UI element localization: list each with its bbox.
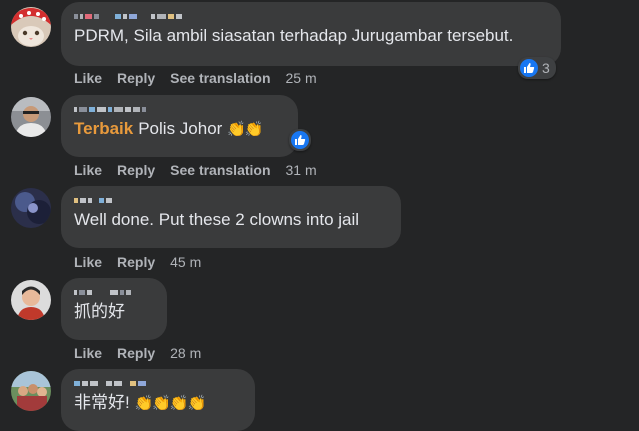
comment-author[interactable] bbox=[74, 377, 243, 389]
comment-time[interactable]: 45 m bbox=[170, 254, 201, 270]
like-button[interactable]: Like bbox=[74, 345, 102, 361]
comment-bubble: PDRM, Sila ambil siasatan terhadap Jurug… bbox=[61, 2, 561, 66]
reply-button[interactable]: Reply bbox=[117, 254, 155, 270]
comment-author[interactable] bbox=[74, 10, 549, 22]
comment-bubble: Terbaik Polis Johor 👏👏 bbox=[61, 95, 298, 157]
like-button[interactable]: Like bbox=[74, 254, 102, 270]
comment-time[interactable]: 28 m bbox=[170, 345, 201, 361]
comment-text: Terbaik Polis Johor 👏👏 bbox=[74, 119, 263, 138]
comment-text: 非常好! 👏👏👏👏 bbox=[74, 393, 206, 412]
avatar[interactable] bbox=[11, 371, 51, 411]
badge-label: Terbaik bbox=[74, 119, 134, 138]
comment-bubble: 抓的好 bbox=[61, 278, 167, 340]
comment-author[interactable] bbox=[74, 194, 389, 206]
comment-feed: PDRM, Sila ambil siasatan terhadap Jurug… bbox=[0, 0, 639, 431]
like-icon bbox=[291, 131, 309, 149]
comment-text: PDRM, Sila ambil siasatan terhadap Jurug… bbox=[74, 26, 514, 45]
see-translation-button[interactable]: See translation bbox=[170, 70, 270, 86]
comment-actions: Like Reply See translation 25 m bbox=[74, 70, 317, 86]
comment-text: Well done. Put these 2 clowns into jail bbox=[74, 210, 360, 229]
comment-bubble: 非常好! 👏👏👏👏 bbox=[61, 369, 255, 431]
avatar[interactable] bbox=[11, 97, 51, 137]
clapping-hands-icon: 👏👏👏👏 bbox=[134, 395, 206, 412]
like-icon bbox=[520, 59, 538, 77]
avatar[interactable] bbox=[11, 280, 51, 320]
avatar[interactable] bbox=[11, 7, 51, 47]
like-button[interactable]: Like bbox=[74, 70, 102, 86]
comment-time[interactable]: 25 m bbox=[286, 70, 317, 86]
comment-author[interactable] bbox=[74, 286, 155, 298]
reply-button[interactable]: Reply bbox=[117, 70, 155, 86]
comment-text: 抓的好 bbox=[74, 302, 125, 321]
reply-button[interactable]: Reply bbox=[117, 345, 155, 361]
reaction-count: 3 bbox=[542, 60, 550, 76]
comment-actions: Like Reply See translation 31 m bbox=[74, 162, 317, 178]
avatar[interactable] bbox=[11, 188, 51, 228]
comment-time[interactable]: 31 m bbox=[286, 162, 317, 178]
like-button[interactable]: Like bbox=[74, 162, 102, 178]
comment-actions: Like Reply 28 m bbox=[74, 345, 201, 361]
comment-author[interactable] bbox=[74, 103, 286, 115]
reply-button[interactable]: Reply bbox=[117, 162, 155, 178]
clapping-hands-icon: 👏👏 bbox=[227, 121, 263, 138]
comment-actions: Like Reply 45 m bbox=[74, 254, 201, 270]
comment-bubble: Well done. Put these 2 clowns into jail bbox=[61, 186, 401, 248]
reaction-summary[interactable]: 3 bbox=[518, 57, 556, 79]
see-translation-button[interactable]: See translation bbox=[170, 162, 270, 178]
reaction-summary[interactable] bbox=[289, 129, 311, 151]
